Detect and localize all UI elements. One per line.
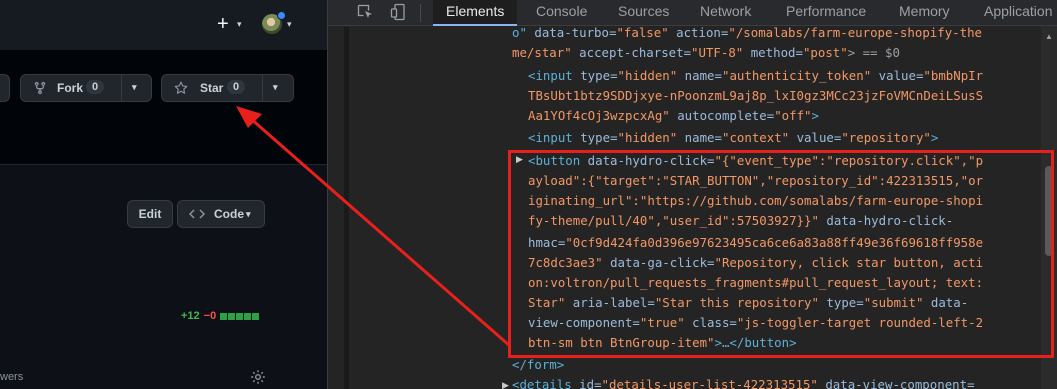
create-new-plus-icon[interactable]: +: [217, 14, 229, 34]
fork-count: 0: [86, 80, 105, 94]
diffstat-additions: +12: [181, 310, 200, 322]
code-token: >: [811, 108, 819, 123]
diffstat-deletions: −0: [203, 310, 217, 322]
diffstat: +12 −0: [181, 310, 260, 322]
diffstat-block: [244, 312, 252, 320]
star-button-group: Star 0 ▾: [161, 74, 294, 102]
code-token: name=: [677, 130, 722, 145]
dom-line-input-context[interactable]: <input type="hidden" name="context" valu…: [528, 128, 938, 148]
dom-line-details[interactable]: <details id="details-user-list-422313515…: [512, 375, 975, 389]
code-token: accept-charset=: [571, 45, 692, 60]
edit-button-label: Edit: [138, 207, 162, 221]
diffstat-block: [220, 312, 228, 320]
diffstat-block: [252, 312, 260, 320]
star-button[interactable]: Star: [200, 81, 223, 95]
code-token: TBsUbt1btz9SDDjxye-nPoonzmL9aj8p_lxI0gz3…: [528, 88, 984, 103]
code-token: "hidden": [617, 130, 678, 145]
divider: [262, 75, 263, 101]
fork-dropdown-caret-icon[interactable]: ▾: [132, 82, 137, 93]
inspect-element-icon[interactable]: [356, 3, 374, 26]
code-token: "authenticity_token": [721, 68, 872, 83]
code-token: data-turbo=: [526, 25, 617, 40]
code-token: method=: [743, 45, 803, 60]
reviewers-label: wers: [0, 371, 24, 383]
avatar-status-dot-icon: [277, 11, 286, 20]
code-token: </form>: [512, 357, 565, 372]
device-toolbar-icon[interactable]: [390, 3, 408, 26]
dom-line-token-cont-2: Aa1YOf4cOj3wzpcxAg" autocomplete="off">: [528, 106, 819, 126]
divider: [121, 75, 122, 101]
code-token: o": [512, 25, 527, 40]
code-token: "false": [616, 25, 669, 40]
fork-icon: [33, 81, 47, 98]
tab-elements[interactable]: Elements: [433, 0, 518, 26]
star-icon: [174, 81, 188, 98]
code-token: <input: [528, 68, 573, 83]
star-dropdown-caret-icon[interactable]: ▾: [273, 82, 278, 93]
code-button[interactable]: Code ▾: [177, 200, 265, 228]
gear-icon[interactable]: [250, 369, 266, 389]
code-button-label: Code: [214, 207, 244, 221]
code-token: Aa1YOf4cOj3wzpcxAg": [528, 108, 670, 123]
star-count: 0: [227, 80, 246, 94]
edit-button[interactable]: Edit: [127, 200, 173, 228]
fork-button[interactable]: Fork: [57, 81, 83, 95]
highlight-box-annotation: [508, 150, 1054, 358]
github-header: + ▾ ▾: [0, 0, 327, 50]
expand-triangle-icon[interactable]: ▶: [502, 380, 509, 389]
code-token: name=: [677, 68, 722, 83]
code-token: >: [930, 130, 939, 145]
code-icon: [188, 208, 206, 223]
code-token: type=: [572, 68, 618, 83]
dom-line-token-cont-1: TBsUbt1btz9SDDjxye-nPoonzmL9aj8p_lxI0gz3…: [528, 86, 983, 106]
code-token: "/somalabs/farm-europe-shopify-the: [728, 25, 982, 40]
create-new-caret-icon[interactable]: ▾: [237, 19, 242, 30]
code-caret-icon: ▾: [246, 209, 251, 219]
code-token: value=: [871, 68, 924, 83]
code-token: "post": [802, 45, 848, 60]
code-token: autocomplete=: [669, 108, 775, 123]
code-token: data-view-component=: [817, 377, 975, 389]
code-token: <details: [512, 377, 572, 389]
code-token: value=: [789, 130, 842, 145]
selected-node-marker: > == $0: [847, 45, 900, 60]
code-token: "UTF-8": [691, 45, 744, 60]
code-token: action=: [668, 25, 729, 40]
dom-tree-gutter: [344, 27, 349, 389]
code-token: id=: [571, 377, 602, 389]
toolbar-divider: [420, 4, 421, 22]
code-token: "off": [774, 108, 812, 123]
code-token: "context": [721, 130, 790, 145]
github-page: + ▾ ▾ Fork 0 ▾ Star 0 ▾ Edit Code ▾ +12 …: [0, 0, 327, 389]
code-token: "repository": [841, 130, 931, 145]
tab-application[interactable]: Application: [984, 0, 1053, 26]
diffstat-block: [228, 312, 236, 320]
diffstat-block: [236, 312, 244, 320]
code-token: "bmbNpIr: [923, 68, 984, 83]
fork-button-group: Fork 0 ▾: [20, 74, 152, 102]
dom-line-form-action[interactable]: o" data-turbo="false" action="/somalabs/…: [512, 23, 982, 43]
watch-button-partial[interactable]: [0, 74, 10, 102]
repository-header: Fork 0 ▾ Star 0 ▾: [0, 50, 327, 165]
scroll-up-arrow-icon[interactable]: ▲: [1045, 32, 1053, 41]
code-token: "details-user-list-422313515": [601, 377, 818, 389]
code-token: "hidden": [617, 68, 678, 83]
code-token: me/star": [512, 45, 572, 60]
dom-line-form-method[interactable]: me/star" accept-charset="UTF-8" method="…: [512, 43, 900, 63]
dom-line-input-authenticity[interactable]: <input type="hidden" name="authenticity_…: [528, 66, 983, 86]
avatar-caret-icon[interactable]: ▾: [287, 19, 292, 30]
code-token: <input: [528, 130, 573, 145]
code-token: type=: [572, 130, 618, 145]
